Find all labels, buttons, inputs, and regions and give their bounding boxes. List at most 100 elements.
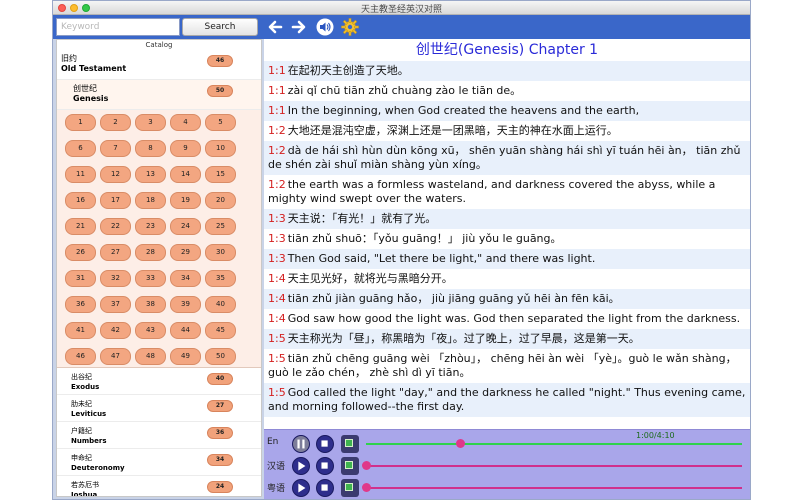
player-row: 汉语 [264,455,750,477]
play-button[interactable] [292,479,310,497]
verse-ref[interactable]: 1:1 [268,64,286,77]
loop-toggle[interactable] [341,457,359,475]
pause-button[interactable] [292,435,310,453]
play-icon [293,481,309,499]
chapter-button[interactable]: 18 [135,192,166,209]
chapter-button[interactable]: 29 [170,244,201,261]
chapter-button[interactable]: 43 [135,322,166,339]
chapter-button[interactable]: 32 [100,270,131,287]
book-row[interactable]: 申命纪 Deuteronomy 34 [57,449,261,476]
chapter-button[interactable]: 31 [65,270,96,287]
chapter-button[interactable]: 6 [65,140,96,157]
search-button[interactable]: Search [182,18,258,36]
forward-arrow-icon[interactable] [290,18,308,36]
verse-ref[interactable]: 1:3 [268,232,286,245]
progress-track[interactable] [366,487,742,489]
chapter-button[interactable]: 42 [100,322,131,339]
chapter-button[interactable]: 40 [205,296,236,313]
verse-ref[interactable]: 1:3 [268,252,286,265]
progress-track[interactable] [366,443,742,445]
verse-text: dà de hái shì hùn dùn kōng xū， shēn yuān… [268,144,741,171]
verse-ref[interactable]: 1:1 [268,104,286,117]
catalog-title: Catalog [145,41,173,49]
progress-knob[interactable] [362,461,371,470]
count-badge: 50 [207,85,233,97]
verse-ref[interactable]: 1:1 [268,84,286,97]
chapter-button[interactable]: 16 [65,192,96,209]
chapter-button[interactable]: 26 [65,244,96,261]
chapter-button[interactable]: 28 [135,244,166,261]
chapter-button[interactable]: 49 [170,348,201,365]
verse-text: 天主说：「有光！」就有了光。 [287,212,437,225]
verse-ref[interactable]: 1:3 [268,212,286,225]
progress-knob[interactable] [362,483,371,492]
chapter-button[interactable]: 7 [100,140,131,157]
chapter-button[interactable]: 9 [170,140,201,157]
chapter-button[interactable]: 27 [100,244,131,261]
stop-button[interactable] [316,435,334,453]
chapter-button[interactable]: 17 [100,192,131,209]
book-row-genesis[interactable]: 创世纪 Genesis 50 [57,80,261,110]
chapter-button[interactable]: 46 [65,348,96,365]
chapter-button[interactable]: 14 [170,166,201,183]
chapter-button[interactable]: 24 [170,218,201,235]
loop-toggle[interactable] [341,479,359,497]
book-row[interactable]: 户籍纪 Numbers 36 [57,422,261,449]
chapter-button[interactable]: 10 [205,140,236,157]
chapter-button[interactable]: 15 [205,166,236,183]
chapter-button[interactable]: 23 [135,218,166,235]
verse-ref[interactable]: 1:2 [268,178,286,191]
stop-button[interactable] [316,479,334,497]
chapter-button[interactable]: 8 [135,140,166,157]
chapter-button[interactable]: 39 [170,296,201,313]
progress-knob[interactable] [456,439,465,448]
chapter-button[interactable]: 47 [100,348,131,365]
chapter-button[interactable]: 22 [100,218,131,235]
chapter-button[interactable]: 30 [205,244,236,261]
chapter-button[interactable]: 50 [205,348,236,365]
chapter-button[interactable]: 34 [170,270,201,287]
chapter-button[interactable]: 37 [100,296,131,313]
verse-row: 1:4 tiān zhǔ jiàn guāng hǎo， jiù jiāng gu… [264,289,750,309]
chapter-button[interactable]: 44 [170,322,201,339]
chapter-button[interactable]: 21 [65,218,96,235]
loop-toggle[interactable] [341,435,359,453]
chapter-button[interactable]: 1 [65,114,96,131]
gear-icon[interactable] [341,18,359,36]
play-button[interactable] [292,457,310,475]
verse-ref[interactable]: 1:4 [268,292,286,305]
chapter-button[interactable]: 20 [205,192,236,209]
back-arrow-icon[interactable] [266,18,284,36]
chapter-button[interactable]: 41 [65,322,96,339]
chapter-button[interactable]: 36 [65,296,96,313]
chapter-button[interactable]: 19 [170,192,201,209]
verse-ref[interactable]: 1:4 [268,312,286,325]
book-row[interactable]: 若苏厄书 Joshua 24 [57,476,261,496]
chapter-button[interactable]: 38 [135,296,166,313]
chapter-button[interactable]: 48 [135,348,166,365]
testament-row[interactable]: 旧约 Old Testament 46 [57,50,261,80]
chapter-button[interactable]: 4 [170,114,201,131]
book-row[interactable]: 肋未纪 Leviticus 27 [57,395,261,422]
progress-track[interactable] [366,465,742,467]
chapter-button[interactable]: 11 [65,166,96,183]
chapter-button[interactable]: 33 [135,270,166,287]
verse-ref[interactable]: 1:2 [268,144,286,157]
verse-ref[interactable]: 1:5 [268,352,286,365]
verse-ref[interactable]: 1:4 [268,272,286,285]
chapter-button[interactable]: 5 [205,114,236,131]
verse-ref[interactable]: 1:5 [268,332,286,345]
chapter-button[interactable]: 13 [135,166,166,183]
search-input[interactable] [56,18,180,36]
chapter-button[interactable]: 25 [205,218,236,235]
stop-button[interactable] [316,457,334,475]
chapter-button[interactable]: 3 [135,114,166,131]
verse-ref[interactable]: 1:5 [268,386,286,399]
speaker-icon[interactable] [316,18,334,36]
chapter-button[interactable]: 12 [100,166,131,183]
chapter-button[interactable]: 45 [205,322,236,339]
chapter-button[interactable]: 2 [100,114,131,131]
verse-ref[interactable]: 1:2 [268,124,286,137]
book-row[interactable]: 出谷纪 Exodus 40 [57,368,261,395]
chapter-button[interactable]: 35 [205,270,236,287]
